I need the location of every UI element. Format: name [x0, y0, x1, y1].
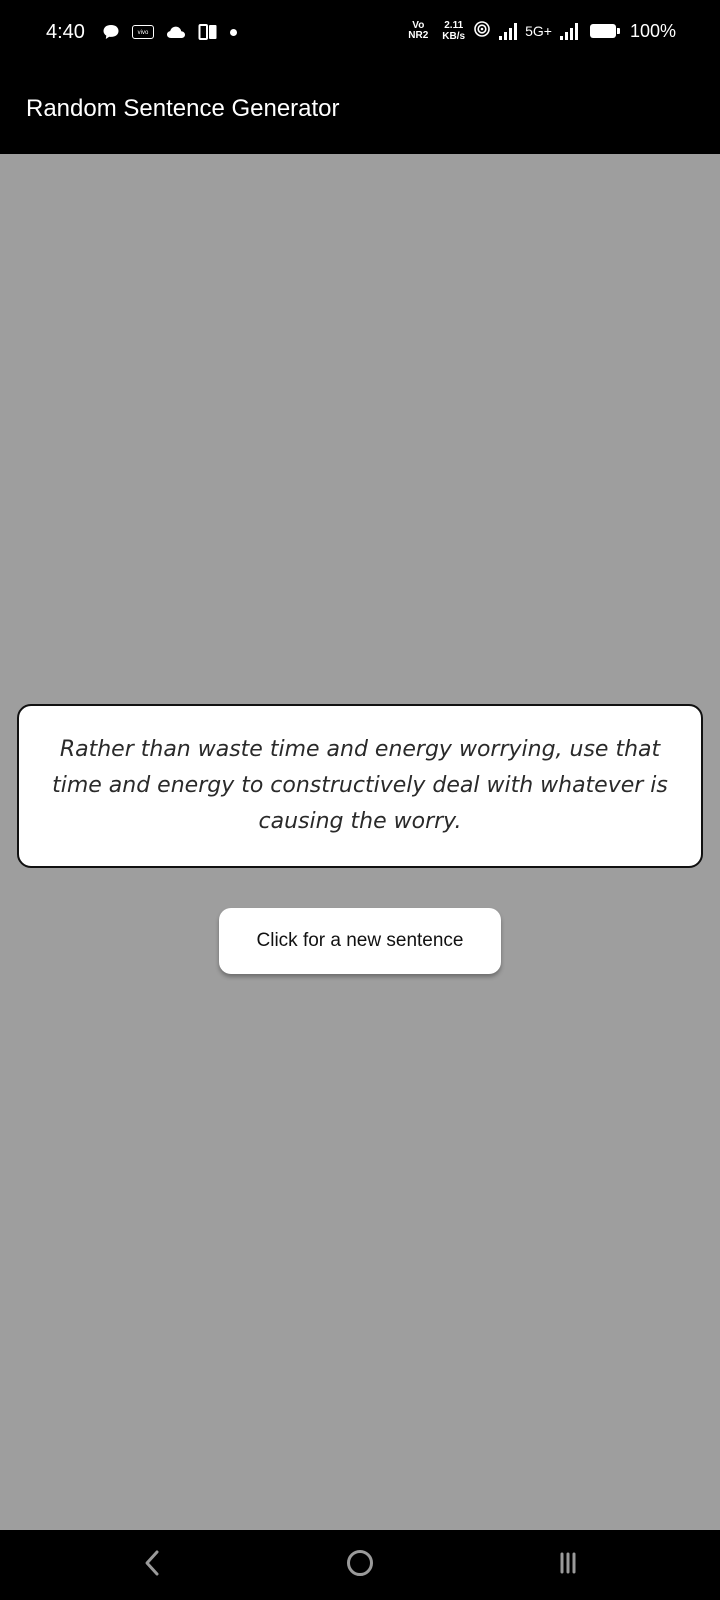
signal-icon [499, 22, 518, 40]
back-icon [140, 1548, 164, 1583]
battery-percent: 100% [629, 20, 676, 41]
back-button[interactable] [92, 1530, 212, 1600]
net-speed-value: 2.11 [444, 20, 464, 31]
net-speed-unit: KB/s [442, 31, 466, 42]
hotspot-icon [473, 20, 491, 43]
status-left-icons: vivo [102, 20, 237, 44]
sentence-text: Rather than waste time and energy worryi… [52, 737, 668, 834]
vivo-icon: vivo [132, 25, 154, 39]
app-bar: Random Sentence Generator [0, 64, 720, 154]
home-icon [345, 1548, 375, 1583]
recents-button[interactable] [508, 1530, 628, 1600]
network-type: 5G+ [525, 23, 552, 39]
book-icon [198, 23, 218, 41]
home-button[interactable] [300, 1530, 420, 1600]
sentence-card: Rather than waste time and energy worryi… [17, 704, 703, 868]
new-sentence-button[interactable]: Click for a new sentence [219, 908, 501, 974]
signal-icon [559, 22, 578, 40]
cloud-icon [166, 24, 186, 40]
notification-dot [230, 28, 237, 36]
net-speed: 2.11 KB/s [442, 20, 465, 42]
chat-icon [102, 23, 120, 41]
battery-icon [589, 24, 620, 38]
status-right-icons: Vo NR2 2.11 KB/s 5G+ 100% [408, 14, 676, 48]
status-bar: 4:40 vivo Vo NR2 2.11 KB/s 5G+ 100% [0, 0, 720, 64]
volte-bottom: NR2 [408, 30, 429, 41]
navigation-bar [0, 1530, 720, 1600]
status-time: 4:40 [46, 21, 85, 43]
recents-icon [553, 1548, 583, 1583]
app-title: Random Sentence Generator [26, 95, 340, 122]
volte-icon: Vo NR2 [408, 21, 428, 41]
